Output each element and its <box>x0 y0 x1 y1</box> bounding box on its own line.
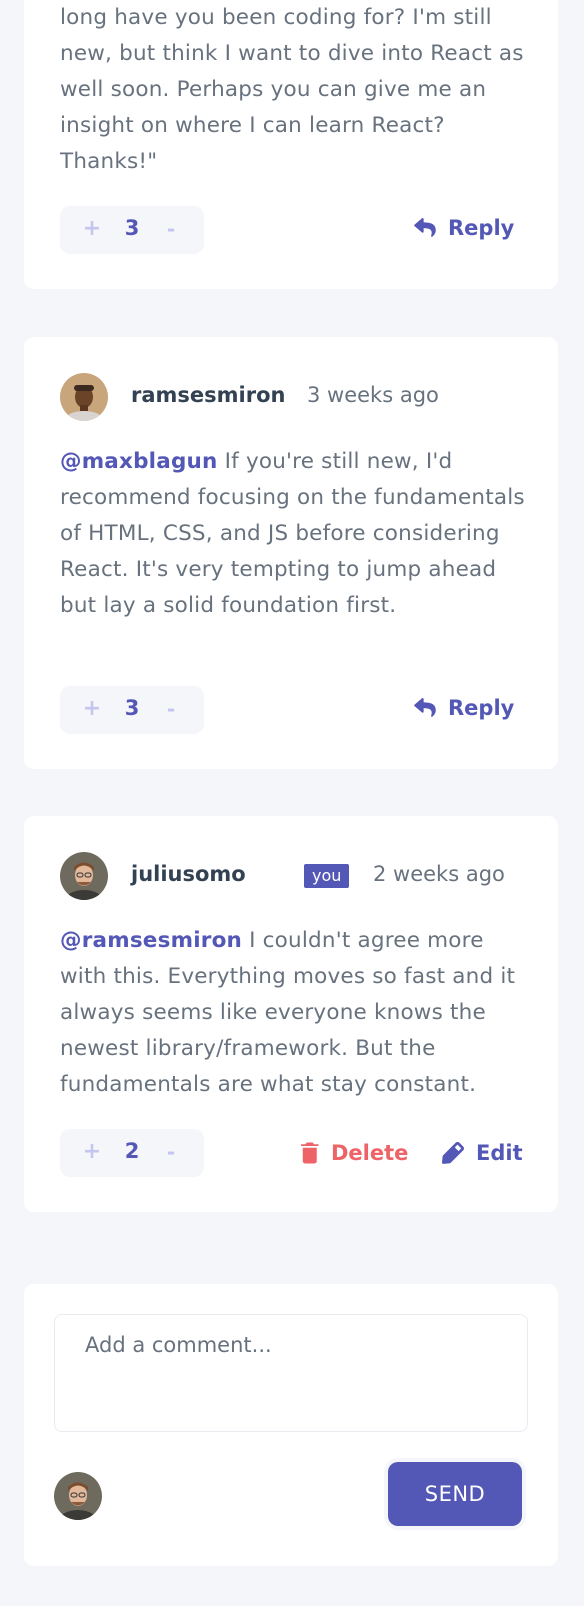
username[interactable]: ramsesmiron <box>131 383 285 407</box>
comment-header: juliusomo you 2 weeks ago <box>60 852 530 900</box>
comment-text: If you're still new, I'd recommend focus… <box>60 449 525 618</box>
score-count: 3 <box>124 216 140 240</box>
reply-button[interactable]: Reply <box>414 212 514 244</box>
comment-body: @ramsesmiron I couldn't agree more with … <box>60 923 530 1103</box>
vote-control: + 2 - <box>60 1129 204 1177</box>
trash-icon <box>301 1142 319 1164</box>
downvote-button[interactable]: - <box>156 694 186 724</box>
comment-input[interactable] <box>54 1314 528 1432</box>
reply-label: Reply <box>448 696 515 720</box>
avatar <box>60 373 108 421</box>
score-count: 3 <box>124 696 140 720</box>
downvote-button[interactable]: - <box>156 1137 186 1167</box>
vote-control: + 3 - <box>60 206 204 254</box>
delete-label: Delete <box>331 1141 409 1165</box>
pencil-icon <box>442 1142 464 1164</box>
you-badge: you <box>304 864 350 888</box>
delete-button[interactable]: Delete <box>301 1137 408 1169</box>
timestamp: 3 weeks ago <box>307 383 439 407</box>
comment-card: long have you been coding for? I'm still… <box>24 0 558 289</box>
mention-link[interactable]: @maxblagun <box>60 449 218 474</box>
username[interactable]: juliusomo <box>131 862 246 886</box>
add-comment-card: SEND <box>24 1284 558 1566</box>
reply-button[interactable]: Reply <box>414 692 514 724</box>
upvote-button[interactable]: + <box>77 694 107 724</box>
reply-icon <box>414 218 436 237</box>
comment-card: juliusomo you 2 weeks ago @ramsesmiron I… <box>24 816 558 1212</box>
edit-label: Edit <box>476 1141 523 1165</box>
mention-link[interactable]: @ramsesmiron <box>60 928 242 953</box>
comment-body: @maxblagun If you're still new, I'd reco… <box>60 444 530 624</box>
reply-label: Reply <box>448 216 515 240</box>
upvote-button[interactable]: + <box>77 1137 107 1167</box>
avatar <box>60 852 108 900</box>
comment-card: ramsesmiron 3 weeks ago @maxblagun If yo… <box>24 337 558 769</box>
comment-header: ramsesmiron 3 weeks ago <box>60 373 530 421</box>
comments-page: long have you been coding for? I'm still… <box>0 0 584 1606</box>
reply-icon <box>414 698 436 717</box>
upvote-button[interactable]: + <box>77 214 107 244</box>
comment-body: long have you been coding for? I'm still… <box>60 0 530 180</box>
score-count: 2 <box>124 1139 140 1163</box>
comment-text: I couldn't agree more with this. Everyth… <box>60 928 516 1097</box>
send-button[interactable]: SEND <box>388 1462 522 1526</box>
avatar <box>54 1472 102 1520</box>
timestamp: 2 weeks ago <box>373 862 505 886</box>
edit-button[interactable]: Edit <box>442 1137 523 1169</box>
downvote-button[interactable]: - <box>156 214 186 244</box>
comment-text: long have you been coding for? I'm still… <box>60 5 524 174</box>
vote-control: + 3 - <box>60 686 204 734</box>
